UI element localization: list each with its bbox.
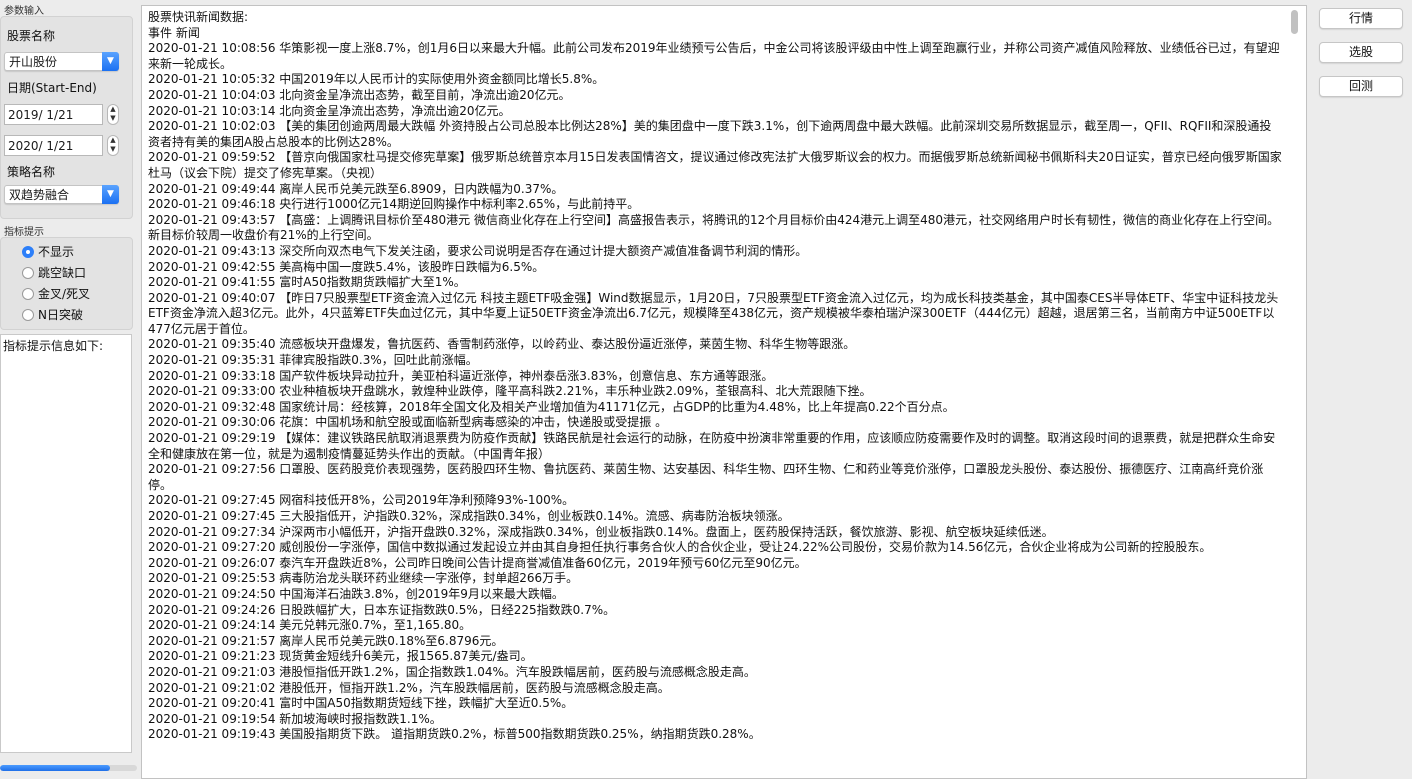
news-item: 2020-01-21 09:33:18 国产软件板块异动拉升，美亚柏科逼近涨停，… — [148, 368, 774, 383]
news-item: 2020-01-21 09:32:48 国家统计局：经核算，2018年全国文化及… — [148, 399, 955, 414]
news-item: 2020-01-21 09:29:19 【媒体：建议铁路民航取消退票费为防疫作贡… — [148, 431, 1276, 461]
indicator-option-gap[interactable]: 跳空缺口 — [22, 264, 86, 282]
news-item: 2020-01-21 09:35:40 流感板块开盘爆发，鲁抗医药、香雪制药涨停… — [148, 337, 856, 352]
news-item: 2020-01-21 09:27:45 网宿科技低开8%，公司2019年净利预降… — [148, 493, 575, 508]
news-item: 2020-01-21 09:24:14 美元兑韩元涨0.7%，至1,165.80… — [148, 618, 472, 633]
start-date-field[interactable]: 2019/ 1/21 — [4, 104, 103, 125]
news-item: 2020-01-21 09:27:20 威创股份一字涨停，国信中数拟通过发起设立… — [148, 540, 1212, 555]
news-item: 2020-01-21 09:35:31 菲律宾股指跌0.3%，回吐此前涨幅。 — [148, 353, 478, 368]
vertical-scrollbar[interactable] — [1291, 10, 1298, 34]
news-item: 2020-01-21 09:27:45 三大股指低开，沪指跌0.32%，深成指跌… — [148, 509, 790, 523]
stock-label: 股票名称 — [7, 29, 56, 43]
news-item: 2020-01-21 09:26:07 泰汽车开盘跌近8%，公司昨日晚间公告计提… — [148, 555, 807, 570]
progress-bar-fill — [0, 765, 110, 771]
news-item: 2020-01-21 09:21:23 现货黄金短线升6美元，报1565.87美… — [148, 649, 533, 664]
news-item: 2020-01-21 09:20:41 富时中国A50指数期货短线下挫，跌幅扩大… — [148, 696, 574, 711]
radio-selected-icon[interactable] — [22, 246, 34, 258]
news-item: 2020-01-21 09:33:00 农业种植板块开盘跳水，敦煌种业跌停，隆平… — [148, 384, 872, 399]
strategy-label: 策略名称 — [7, 165, 56, 179]
quotes-button[interactable]: 行情 — [1319, 8, 1403, 29]
chevron-down-icon[interactable]: ▼ — [102, 185, 119, 204]
news-item: 2020-01-21 09:40:07 【昨日7只股票型ETF资金流入过亿元 科… — [148, 290, 1279, 336]
radio-icon[interactable] — [22, 288, 34, 300]
news-item: 2020-01-21 09:19:43 美国股指期货下跌。 道指期货跌0.2%，… — [148, 727, 761, 742]
indicator-group-title: 指标提示 — [4, 227, 44, 238]
progress-bar — [0, 765, 137, 771]
radio-icon[interactable] — [22, 267, 34, 279]
news-content: 股票快讯新闻数据: 事件 新闻 2020-01-21 10:08:56 华策影视… — [148, 10, 1283, 743]
end-date-stepper[interactable]: ▲ ▼ — [107, 135, 119, 156]
news-item: 2020-01-21 09:41:55 富时A50指数期货跌幅扩大至1%。 — [148, 275, 466, 290]
news-text-area[interactable]: 股票快讯新闻数据: 事件 新闻 2020-01-21 10:08:56 华策影视… — [141, 5, 1307, 779]
news-item: 2020-01-21 09:24:50 中国海洋石油跌3.8%，创2019年9月… — [148, 586, 564, 601]
news-item: 2020-01-21 10:02:03 【美的集团创逾两周最大跌幅 外资持股占公… — [148, 119, 1272, 149]
left-panel: 参数输入 股票名称 开山股份 ▼ 日期(Start-End) 2019/ 1/2… — [0, 0, 140, 779]
news-item: 2020-01-21 09:21:02 港股低开，恒指开跌1.2%，汽车股跌幅居… — [148, 680, 670, 695]
stock-combo[interactable]: 开山股份 ▼ — [4, 52, 119, 71]
strategy-combo-value: 双趋势融合 — [9, 188, 70, 202]
news-item: 2020-01-21 09:25:53 病毒防治龙头联环药业继续一字涨停，封单超… — [148, 571, 579, 586]
indicator-option-hide[interactable]: 不显示 — [22, 243, 74, 261]
indicator-option-label: 跳空缺口 — [38, 266, 87, 280]
start-date-stepper[interactable]: ▲ ▼ — [107, 104, 119, 125]
indicator-option-label: N日突破 — [38, 308, 83, 322]
news-item: 2020-01-21 09:42:55 美高梅中国一度跌5.4%，该股昨日跌幅为… — [148, 259, 545, 274]
radio-icon[interactable] — [22, 309, 34, 321]
chevron-down-icon[interactable]: ▼ — [102, 52, 119, 71]
news-item: 2020-01-21 09:46:18 央行进行1000亿元14期逆回购操作中标… — [148, 197, 640, 212]
indicator-group: 不显示 跳空缺口 金叉/死叉 N日突破 — [0, 237, 133, 330]
indicator-info-box[interactable]: 指标提示信息如下: — [0, 334, 132, 753]
news-item: 2020-01-21 09:21:03 港股恒指低开跌1.2%，国企指数跌1.0… — [148, 664, 756, 679]
news-item: 2020-01-21 09:27:56 口罩股、医药股竞价表现强势，医药股四环生… — [148, 462, 1264, 492]
news-item: 2020-01-21 09:59:52 【普京向俄国家杜马提交修宪草案】俄罗斯总… — [148, 150, 1282, 180]
news-item: 2020-01-21 09:30:06 花旗：中国机场和航空股或面临新型病毒感染… — [148, 415, 668, 430]
indicator-option-breakout[interactable]: N日突破 — [22, 306, 83, 324]
news-item: 2020-01-21 09:19:54 新加坡海峡时报指数跌1.1%。 — [148, 711, 442, 726]
news-item: 2020-01-21 09:49:44 离岸人民币兑美元跌至6.8909，日内跌… — [148, 181, 564, 196]
indicator-option-label: 金叉/死叉 — [38, 287, 91, 301]
params-group: 股票名称 开山股份 ▼ 日期(Start-End) 2019/ 1/21 ▲ ▼ … — [0, 16, 133, 219]
news-item: 2020-01-21 09:43:57 【高盛：上调腾讯目标价至480港元 微信… — [148, 212, 1280, 243]
news-item: 2020-01-21 09:27:34 沪深两市小幅低开，沪指开盘跌0.32%，… — [148, 524, 1054, 539]
news-item: 2020-01-21 10:04:03 北向资金呈净流出态势，截至目前，净流出逾… — [148, 87, 571, 102]
backtest-button[interactable]: 回测 — [1319, 76, 1403, 97]
news-item: 2020-01-21 10:08:56 华策影视一度上涨8.7%，创1月6日以来… — [148, 41, 1280, 71]
news-item: 2020-01-21 10:05:32 中国2019年以人民币计的实际使用外资金… — [148, 72, 605, 87]
indicator-info-label: 指标提示信息如下: — [3, 339, 104, 353]
stock-combo-value: 开山股份 — [9, 55, 58, 69]
strategy-combo[interactable]: 双趋势融合 ▼ — [4, 185, 119, 204]
news-item: 2020-01-21 09:24:26 日股跌幅扩大，日本东证指数跌0.5%，日… — [148, 602, 616, 617]
news-column-header: 事件 新闻 — [148, 25, 200, 40]
indicator-option-cross[interactable]: 金叉/死叉 — [22, 285, 90, 303]
select-stock-button[interactable]: 选股 — [1319, 42, 1403, 63]
date-label: 日期(Start-End) — [7, 81, 97, 95]
end-date-field[interactable]: 2020/ 1/21 — [4, 135, 103, 156]
news-header: 股票快讯新闻数据: — [148, 10, 249, 24]
params-group-title: 参数输入 — [4, 6, 44, 17]
news-item: 2020-01-21 10:03:14 北向资金呈净流出态势，净流出逾20亿元。 — [148, 103, 511, 118]
news-item: 2020-01-21 09:21:57 离岸人民币兑美元跌0.18%至6.879… — [148, 633, 504, 648]
indicator-option-label: 不显示 — [38, 245, 75, 259]
news-item: 2020-01-21 09:43:13 深交所向双杰电气下发关注函，要求公司说明… — [148, 243, 808, 258]
